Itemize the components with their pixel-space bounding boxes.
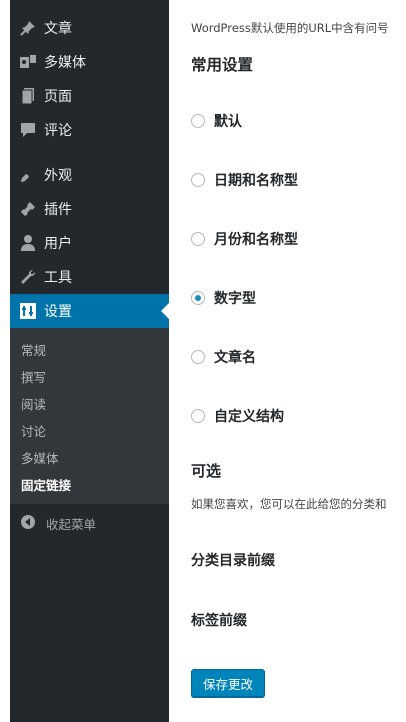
- option-label: 数字型: [214, 291, 256, 307]
- sidebar-item-users[interactable]: 用户: [10, 226, 169, 260]
- sidebar-item-label: 评论: [44, 123, 72, 139]
- save-changes-button[interactable]: 保存更改: [191, 669, 266, 697]
- submenu-item-writing[interactable]: 撰写: [21, 367, 46, 386]
- tag-base-label: 标签前缀: [191, 613, 247, 629]
- sidebar-item-label: 页面: [44, 89, 72, 105]
- sidebar-item-settings[interactable]: 设置: [10, 294, 169, 328]
- sidebar-item-label: 文章: [44, 21, 72, 37]
- sidebar-item-label: 多媒体: [44, 55, 86, 71]
- radio-button-selected[interactable]: [191, 291, 205, 305]
- submenu-item-discussion[interactable]: 讨论: [21, 421, 46, 440]
- user-icon: [18, 233, 38, 253]
- sidebar-item-label: 工具: [44, 270, 72, 286]
- radio-button[interactable]: [191, 232, 205, 246]
- option-default[interactable]: 默认: [191, 111, 242, 131]
- option-numeric[interactable]: 数字型: [191, 288, 256, 308]
- option-custom-structure[interactable]: 自定义结构: [191, 406, 284, 426]
- sidebar-item-label: 外观: [44, 168, 72, 184]
- submenu-item-permalinks[interactable]: 固定链接: [21, 475, 71, 494]
- option-label: 日期和名称型: [214, 173, 298, 189]
- sidebar-item-appearance[interactable]: 外观: [10, 158, 169, 192]
- category-base-label: 分类目录前缀: [191, 553, 275, 569]
- intro-text: WordPress默认使用的URL中含有问号: [191, 21, 389, 35]
- option-month-and-name[interactable]: 月份和名称型: [191, 229, 298, 249]
- brush-icon: [18, 165, 38, 185]
- radio-button[interactable]: [191, 114, 205, 128]
- collapse-icon: [20, 514, 38, 532]
- plugin-icon: [18, 199, 38, 219]
- settings-submenu: 常规 撰写 阅读 讨论 多媒体 固定链接: [10, 328, 169, 504]
- settings-icon: [18, 301, 38, 321]
- sidebar-item-label: 用户: [44, 236, 72, 252]
- radio-dot: [195, 295, 201, 301]
- sidebar-item-pages[interactable]: 页面: [10, 79, 169, 113]
- left-gutter: [0, 0, 10, 722]
- optional-description: 如果您喜欢，您可以在此给您的分类和: [191, 497, 387, 511]
- page: 文章 多媒体 页面 评论 外观 插件 用户 工具 设置 常规 撰写 阅读 讨论 …: [0, 0, 406, 722]
- sidebar-item-label: 设置: [44, 304, 72, 320]
- collapse-menu-button[interactable]: 收起菜单: [10, 510, 169, 536]
- sidebar-item-label: 插件: [44, 202, 72, 218]
- submenu-item-media[interactable]: 多媒体: [21, 448, 59, 467]
- admin-sidebar: 文章 多媒体 页面 评论 外观 插件 用户 工具 设置 常规 撰写 阅读 讨论 …: [10, 0, 169, 722]
- pin-icon: [18, 18, 38, 38]
- submenu-item-general[interactable]: 常规: [21, 340, 46, 359]
- sidebar-item-tools[interactable]: 工具: [10, 260, 169, 294]
- option-post-name[interactable]: 文章名: [191, 347, 256, 367]
- sidebar-item-comments[interactable]: 评论: [10, 113, 169, 147]
- sidebar-item-media[interactable]: 多媒体: [10, 45, 169, 79]
- option-label: 文章名: [214, 350, 256, 366]
- media-icon: [18, 52, 38, 72]
- sidebar-item-plugins[interactable]: 插件: [10, 192, 169, 226]
- sidebar-item-posts[interactable]: 文章: [10, 11, 169, 45]
- active-indicator: [161, 303, 169, 319]
- wrench-icon: [18, 267, 38, 287]
- common-settings-heading: 常用设置: [191, 56, 254, 74]
- radio-button[interactable]: [191, 173, 205, 187]
- optional-heading: 可选: [191, 462, 222, 480]
- option-day-and-name[interactable]: 日期和名称型: [191, 170, 298, 190]
- page-icon: [18, 86, 38, 106]
- option-label: 默认: [214, 114, 242, 130]
- collapse-menu-label: 收起菜单: [46, 516, 97, 532]
- radio-button[interactable]: [191, 350, 205, 364]
- option-label: 自定义结构: [214, 409, 284, 425]
- comment-icon: [18, 120, 38, 140]
- option-label: 月份和名称型: [214, 232, 298, 248]
- radio-button[interactable]: [191, 409, 205, 423]
- submenu-item-reading[interactable]: 阅读: [21, 394, 46, 413]
- settings-content: WordPress默认使用的URL中含有问号 常用设置 默认 日期和名称型 月份…: [169, 0, 406, 722]
